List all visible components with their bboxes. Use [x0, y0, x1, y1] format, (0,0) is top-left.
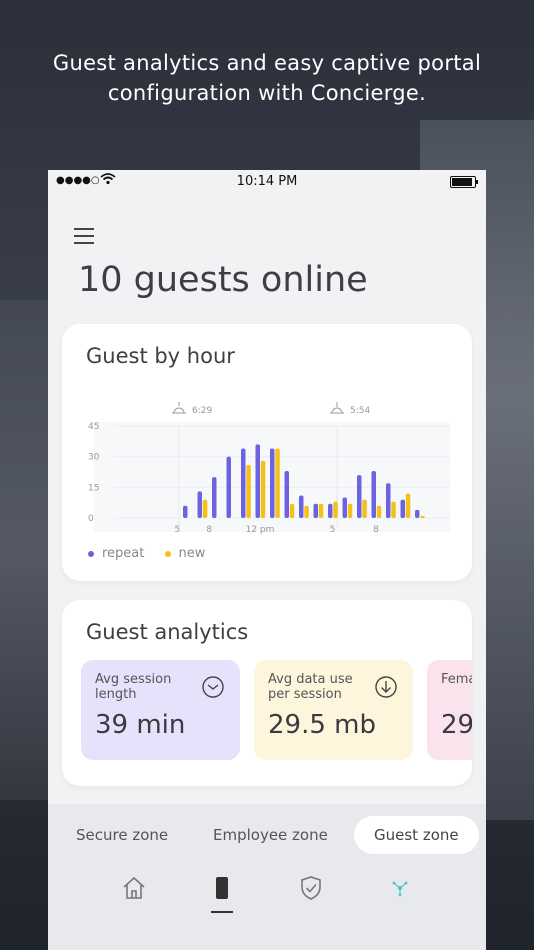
legend-label: new	[178, 546, 206, 561]
x-tick-label: 5	[330, 525, 336, 535]
tile-label: Avg data use per session	[268, 672, 353, 702]
bar-new	[318, 503, 324, 518]
bar-repeat	[357, 475, 362, 518]
avg-session-tile[interactable]: Avg session length 39 min	[81, 660, 240, 760]
x-tick-label: 8	[206, 525, 212, 535]
tile-value: 29	[441, 710, 472, 740]
home-icon[interactable]	[120, 874, 148, 902]
x-tick-label: 12 pm	[246, 525, 275, 535]
tile-value: 29.5 mb	[268, 710, 376, 740]
bar-new	[347, 503, 353, 518]
sunrise-time: 6:29	[192, 406, 212, 416]
legend-new: new	[164, 546, 206, 561]
y-tick-label: 0	[88, 514, 94, 524]
bar-repeat	[386, 483, 391, 518]
zone-secure[interactable]: Secure zone	[76, 816, 168, 854]
bar-repeat	[342, 497, 347, 518]
y-tick-label: 15	[88, 483, 99, 493]
bar-repeat	[284, 470, 289, 518]
bar-repeat	[299, 495, 304, 518]
bar-new	[333, 501, 338, 518]
bar-new	[420, 515, 425, 518]
shield-icon[interactable]	[297, 874, 325, 902]
tile-label: Female	[441, 672, 472, 687]
bar-new	[376, 505, 382, 518]
bar-new	[275, 448, 280, 518]
phone-screen: ●●●●○ 10:14 PM 10 guests online Guest by…	[48, 170, 486, 950]
x-tick-label: 8	[373, 525, 379, 535]
bar-repeat	[400, 499, 405, 518]
bar-repeat	[371, 470, 376, 518]
promo-headline: Guest analytics and easy captive portal …	[0, 48, 534, 108]
bar-new	[304, 505, 309, 518]
bar-new	[202, 499, 208, 518]
bar-repeat	[197, 491, 202, 518]
download-icon	[375, 676, 397, 698]
female-tile[interactable]: Female 29	[427, 660, 472, 760]
guest-by-hour-card: Guest by hour 6:29 5:54 0 15 30 45 5 8 12 pm 5 8	[62, 324, 472, 581]
bar-repeat	[313, 503, 318, 518]
bar-repeat	[270, 448, 275, 518]
chart-legend: repeat new	[88, 546, 221, 561]
clock-icon	[202, 676, 224, 698]
legend-dot	[88, 550, 94, 557]
bar-new	[362, 499, 367, 518]
sunrise-icon	[172, 402, 186, 414]
network-icon[interactable]	[386, 874, 414, 902]
bar-repeat	[241, 448, 246, 518]
clock-time: 10:14 PM	[236, 174, 298, 189]
headline-line-2: configuration with Concierge.	[107, 81, 427, 105]
sunrise-marker: 6:29	[172, 402, 212, 416]
bar-repeat	[415, 509, 420, 518]
bottom-panel: Secure zone Employee zone Guest zone	[48, 804, 486, 950]
zone-guest[interactable]: Guest zone	[354, 816, 479, 854]
active-tab-indicator	[211, 911, 233, 913]
y-tick-label: 30	[88, 453, 100, 463]
bar-repeat	[183, 505, 188, 518]
status-bar: ●●●●○ 10:14 PM	[48, 170, 486, 194]
battery-icon	[450, 176, 478, 188]
tile-value: 39 min	[95, 710, 186, 740]
tile-label: Avg session length	[95, 672, 172, 702]
bar-repeat	[255, 444, 260, 518]
bar-new	[405, 493, 411, 518]
y-tick-label: 45	[88, 422, 99, 432]
legend-repeat: repeat	[88, 546, 144, 561]
zone-employee[interactable]: Employee zone	[213, 816, 328, 854]
bar-repeat	[328, 503, 333, 518]
card-title: Guest by hour	[86, 344, 235, 368]
hamburger-menu-icon[interactable]	[74, 228, 94, 244]
bar-new	[260, 460, 266, 518]
headline-line-1: Guest analytics and easy captive portal	[52, 51, 482, 75]
legend-label: repeat	[102, 546, 145, 561]
avg-data-use-tile[interactable]: Avg data use per session 29.5 mb	[254, 660, 413, 760]
card-title: Guest analytics	[86, 620, 249, 644]
sunset-icon	[330, 402, 344, 414]
guest-analytics-card: Guest analytics Avg session length 39 mi…	[62, 600, 472, 786]
guest-by-hour-chart: 6:29 5:54 0 15 30 45 5 8 12 pm 5 8	[88, 402, 450, 535]
legend-dot	[164, 550, 171, 557]
zone-selector: Secure zone Employee zone Guest zone	[48, 816, 486, 854]
x-tick-label: 5	[174, 525, 180, 535]
bar-new	[246, 464, 251, 518]
bar-repeat	[212, 477, 217, 518]
bar-new	[391, 501, 396, 518]
bar-new	[289, 503, 295, 518]
device-icon[interactable]	[208, 874, 236, 902]
sunset-time: 5:54	[350, 406, 370, 416]
page-title: 10 guests online	[78, 260, 368, 300]
bar-repeat	[226, 456, 231, 518]
sunset-marker: 5:54	[330, 402, 370, 416]
